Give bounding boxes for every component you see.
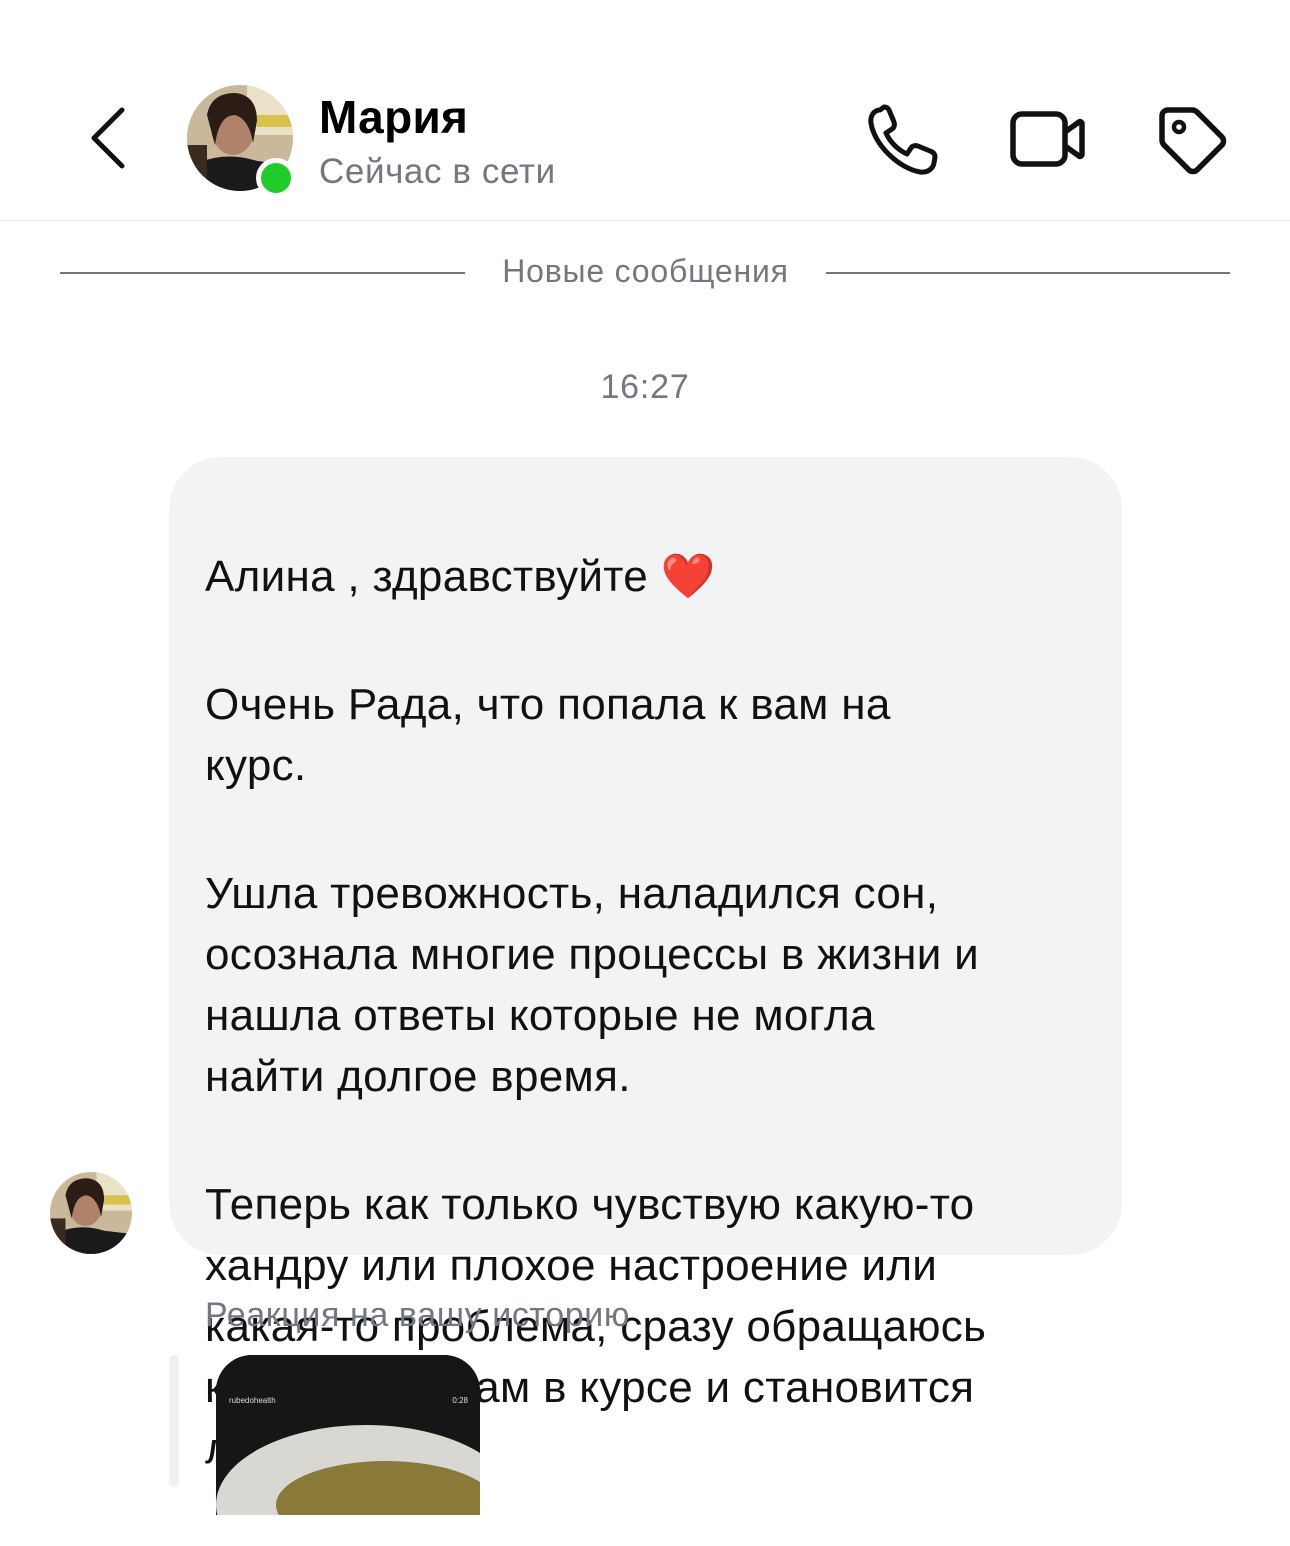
- back-button[interactable]: [72, 92, 144, 184]
- story-username: rubedohealth: [229, 1396, 276, 1405]
- video-camera-icon: [1010, 111, 1085, 167]
- tag-button[interactable]: [1148, 96, 1236, 184]
- chat-header: Мария Сейчас в сети: [0, 0, 1290, 221]
- heart-emoji: ❤️: [660, 552, 716, 601]
- separator-label: Новые сообщения: [502, 253, 789, 289]
- message-bubble[interactable]: Алина , здравствуйте ❤️ Очень Рада, что …: [169, 457, 1122, 1473]
- reply-indicator-bar: [169, 1355, 179, 1487]
- story-reaction-label: Реакция на вашу историю: [205, 1296, 630, 1334]
- message-paragraph-2: Ушла тревожность, наладился сон, осознал…: [205, 869, 980, 1101]
- sender-avatar-photo: [50, 1172, 132, 1254]
- call-button[interactable]: [860, 96, 948, 184]
- video-call-button[interactable]: [1003, 96, 1091, 184]
- online-indicator: [256, 158, 296, 198]
- story-thumbnail[interactable]: rubedohealth 0:28: [216, 1355, 480, 1515]
- contact-status: Сейчас в сети: [319, 152, 556, 191]
- message-paragraph-1: Очень Рада, что попала к вам на курс.: [205, 680, 891, 790]
- contact-name[interactable]: Мария: [319, 90, 468, 144]
- separator-line-left: [60, 272, 465, 274]
- separator-line-right: [826, 272, 1230, 274]
- phone-icon: [868, 104, 938, 175]
- message-greeting: Алина , здравствуйте ❤️: [205, 546, 1105, 607]
- message-timestamp: 16:27: [600, 368, 690, 406]
- tag-icon: [1159, 107, 1227, 175]
- sender-avatar[interactable]: [50, 1172, 132, 1254]
- back-arrow-icon: [91, 107, 125, 169]
- story-preview-image: [216, 1355, 480, 1515]
- greeting-text: Алина , здравствуйте: [205, 552, 649, 601]
- new-messages-separator: Новые сообщения: [60, 250, 1230, 296]
- story-duration: 0:28: [452, 1396, 468, 1405]
